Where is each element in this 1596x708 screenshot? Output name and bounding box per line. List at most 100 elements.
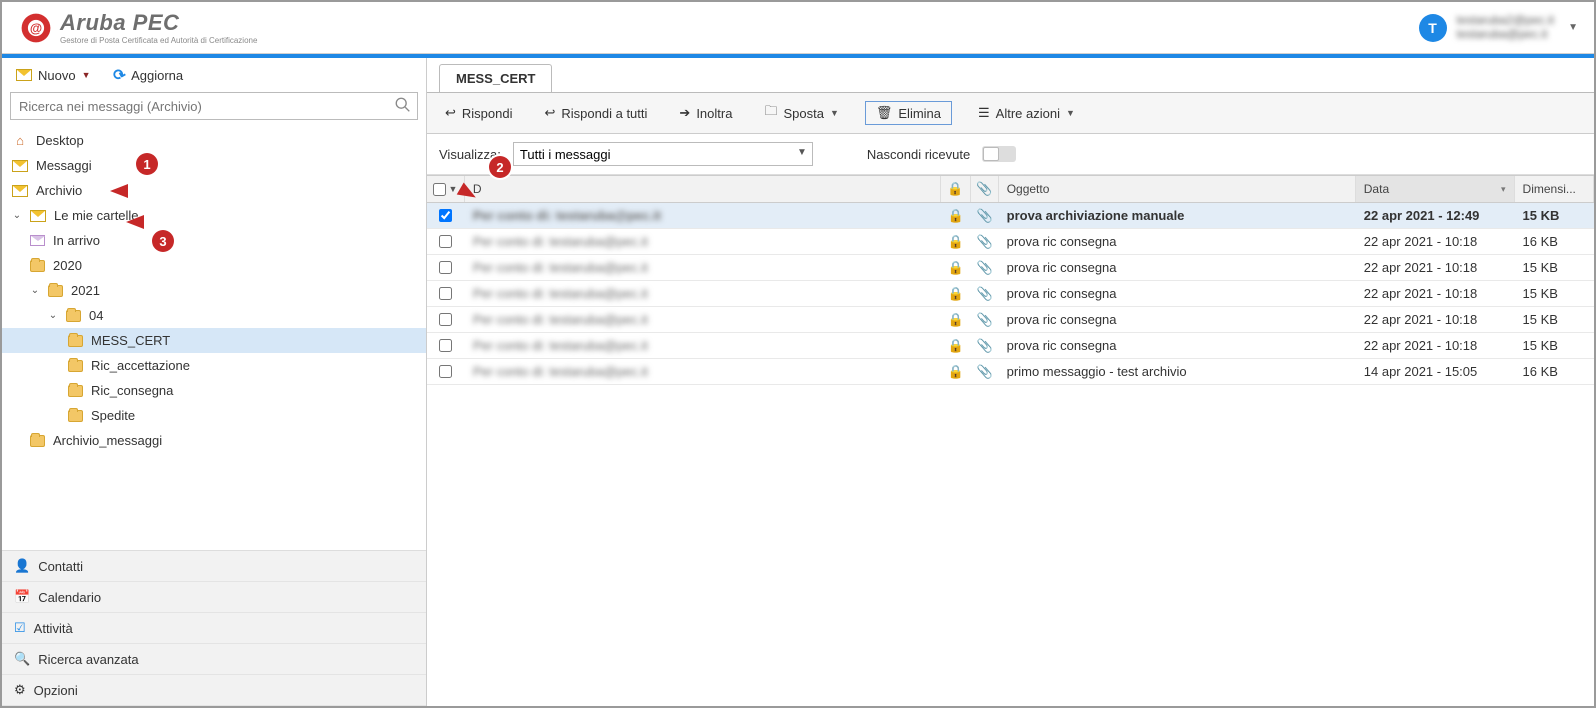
tab-label: MESS_CERT [456,71,535,86]
lock-icon: 🔒 [948,364,964,380]
tree-desktop[interactable]: ⌂ Desktop [2,128,426,153]
row-from: Per conto di: testaruba@pec.it [473,260,648,275]
reply-button[interactable]: ↩Rispondi [439,102,519,124]
tree-label: Messaggi [36,158,92,173]
row-date: 22 apr 2021 - 10:18 [1364,338,1477,353]
nav-opzioni[interactable]: ⚙Opzioni [2,675,426,706]
tree-2020[interactable]: 2020 [2,253,426,278]
tree-2021[interactable]: ⌄ 2021 [2,278,426,303]
paperclip-icon: 📎 [977,364,993,380]
refresh-button[interactable]: ⟳ Aggiorna [113,66,184,84]
nav-attivita[interactable]: ☑Attività [2,613,426,644]
delete-button[interactable]: 🗑Elimina [865,101,952,125]
brand-name: Aruba PEC [60,10,257,36]
folder-icon [48,285,63,297]
btn-label: Elimina [898,106,941,121]
more-actions-button[interactable]: ☰Altre azioni▼ [972,102,1081,124]
refresh-icon: ⟳ [110,65,127,86]
col-subject[interactable]: Oggetto [999,176,1356,202]
row-checkbox[interactable] [439,209,452,222]
lock-icon: 🔒 [948,260,964,276]
search-icon: 🔍 [14,651,30,667]
new-button[interactable]: Nuovo ▼ [16,68,91,83]
paperclip-icon: 📎 [977,234,993,250]
lock-icon: 🔒 [948,286,964,302]
col-lock[interactable]: 🔒 [941,176,971,202]
search-icon[interactable] [394,96,412,117]
col-from[interactable]: D [465,176,941,202]
hide-receipts-toggle[interactable] [982,146,1016,162]
col-label: Oggetto [1007,182,1050,196]
tree-spedite[interactable]: Spedite [2,403,426,428]
row-date: 22 apr 2021 - 10:18 [1364,312,1477,327]
tree-label: Desktop [36,133,84,148]
mail-icon [12,160,28,172]
nav-contatti[interactable]: 👤Contatti [2,551,426,582]
reply-icon: ↩ [445,105,456,121]
folder-tree: ⌂ Desktop Messaggi Archivio ⌄ Le mie car… [2,128,426,453]
mail-icon [16,69,32,81]
tree-ricacc[interactable]: Ric_accettazione [2,353,426,378]
row-checkbox[interactable] [439,261,452,274]
row-date: 22 apr 2021 - 10:18 [1364,234,1477,249]
forward-button[interactable]: ➔Inoltra [673,102,738,124]
callout-3: 3 [152,230,174,252]
tree-inarrivo[interactable]: In arrivo [2,228,426,253]
row-checkbox[interactable] [439,339,452,352]
tree-lemiecartelle[interactable]: ⌄ Le mie cartelle [2,203,426,228]
tree-label: 2021 [71,283,100,298]
row-checkbox[interactable] [439,287,452,300]
row-checkbox[interactable] [439,313,452,326]
user-menu[interactable]: T testaruba2@pec.it testaruba@pec.it ▼ [1419,14,1578,42]
tree-archivio-messaggi[interactable]: Archivio_messaggi [2,428,426,453]
select-all-checkbox[interactable] [433,183,446,196]
col-attach[interactable]: 📎 [971,176,999,202]
tree-messcert[interactable]: MESS_CERT [2,328,426,353]
message-row[interactable]: Per conto di: testaruba@pec.it🔒📎prova ri… [427,281,1594,307]
view-select[interactable]: Tutti i messaggi [513,142,813,166]
row-checkbox[interactable] [439,235,452,248]
chevron-down-icon[interactable]: ⌄ [30,285,40,296]
message-row[interactable]: Per conto di: testaruba@pec.it 🔒 📎 primo me… [427,359,1594,385]
paperclip-icon: 📎 [977,286,993,302]
message-row[interactable]: Per conto di: testaruba@pec.it🔒📎prova ri… [427,255,1594,281]
row-subject: primo messaggio - test archivio [1007,364,1187,379]
message-row[interactable]: Per conto di: testaruba@pec.it🔒📎prova ar… [427,203,1594,229]
chevron-down-icon[interactable]: ⌄ [48,310,58,321]
message-row[interactable]: Per conto di: testaruba@pec.it🔒📎prova ri… [427,307,1594,333]
search-input[interactable] [10,92,418,120]
tree-label: In arrivo [53,233,100,248]
col-label: Dimensi... [1523,182,1576,196]
chevron-down-icon: ▼ [830,108,839,118]
lock-icon: 🔒 [947,181,963,197]
person-icon: 👤 [14,558,30,574]
chevron-down-icon[interactable]: ⌄ [12,210,22,221]
col-date[interactable]: Data▾ [1356,176,1515,202]
nav-ricerca[interactable]: 🔍Ricerca avanzata [2,644,426,675]
row-size: 15 KB [1523,260,1558,275]
mail-icon [12,185,28,197]
row-from: Per conto di: testaruba@pec.it [473,364,648,379]
tree-04[interactable]: ⌄ 04 [2,303,426,328]
user-line2: testaruba@pec.it [1457,28,1555,41]
nav-calendario[interactable]: 📅Calendario [2,582,426,613]
tree-archivio[interactable]: Archivio [2,178,426,203]
folder-icon [30,260,45,272]
row-date: 22 apr 2021 - 12:49 [1364,208,1480,223]
col-size[interactable]: Dimensi... [1515,176,1594,202]
svg-text:@: @ [30,21,42,35]
tree-messaggi[interactable]: Messaggi [2,153,426,178]
tree-riccon[interactable]: Ric_consegna [2,378,426,403]
reply-all-button[interactable]: ↩Rispondi a tutti [539,102,654,124]
brand-sub: Gestore di Posta Certificata ed Autorità… [60,36,257,45]
message-row[interactable]: Per conto di: testaruba@pec.it🔒📎prova ri… [427,229,1594,255]
row-checkbox[interactable] [439,365,452,378]
folder-icon [66,310,81,322]
paperclip-icon: 📎 [977,208,993,224]
tab-messcert[interactable]: MESS_CERT [439,64,552,92]
chevron-down-icon[interactable]: ▼ [448,184,457,194]
folder-icon [68,335,83,347]
move-button[interactable]: 🗀Sposta▼ [758,99,844,127]
message-row[interactable]: Per conto di: testaruba@pec.it🔒📎prova ri… [427,333,1594,359]
row-subject: prova ric consegna [1007,260,1117,275]
